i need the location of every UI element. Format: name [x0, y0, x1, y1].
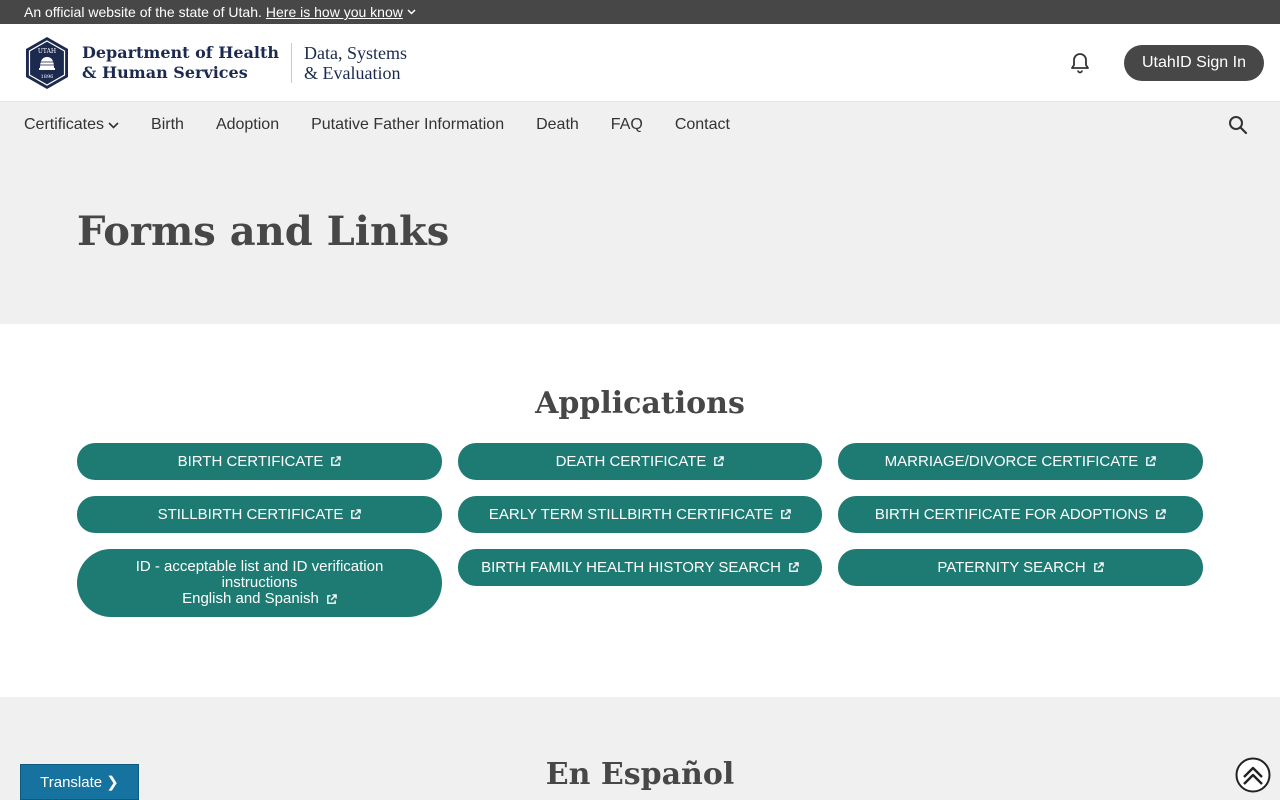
- site-header: UTAH 1896 Department of Health & Human S…: [0, 24, 1280, 102]
- button-label-line-1: ID - acceptable list and ID verification: [135, 558, 384, 575]
- button-label: BIRTH CERTIFICATE: [177, 453, 324, 470]
- how-you-know-link[interactable]: Here is how you know: [266, 4, 416, 20]
- button-label: EARLY TERM STILLBIRTH CERTIFICATE: [488, 506, 774, 523]
- division-line-2: & Evaluation: [304, 62, 401, 83]
- official-text: An official website of the state of Utah…: [24, 4, 262, 20]
- nav-contact[interactable]: Contact: [675, 116, 730, 134]
- external-link-icon: [1156, 509, 1166, 519]
- birth-family-health-history-search-button[interactable]: BIRTH FAMILY HEALTH HISTORY SEARCH: [458, 549, 822, 586]
- external-link-icon: [714, 456, 725, 466]
- chevron-down-icon: [108, 121, 119, 129]
- marriage-divorce-certificate-button[interactable]: MARRIAGE/DIVORCE CERTIFICATE: [838, 443, 1203, 480]
- seal-text-bottom: 1896: [41, 74, 54, 80]
- button-label-line-3: English and Spanish: [182, 590, 319, 607]
- agency-line-2: & Human Services: [82, 62, 248, 82]
- applications-grid: BIRTH CERTIFICATE DEATH CERTIFICATE MARR…: [77, 443, 1203, 617]
- applications-section: Applications BIRTH CERTIFICATE DEATH CER…: [0, 324, 1280, 697]
- utah-seal-logo[interactable]: UTAH 1896: [24, 36, 70, 90]
- nav-putative-father[interactable]: Putative Father Information: [311, 116, 504, 134]
- official-banner: An official website of the state of Utah…: [0, 0, 1280, 24]
- external-link-icon: [1093, 562, 1104, 572]
- search-icon[interactable]: [1226, 113, 1250, 137]
- translate-button[interactable]: Translate ❯: [20, 764, 139, 800]
- paternity-search-button[interactable]: PATERNITY SEARCH: [838, 549, 1203, 586]
- bell-icon[interactable]: [1068, 51, 1092, 75]
- espanol-section: En Español: [0, 697, 1280, 800]
- utahid-signin-button[interactable]: UtahID Sign In: [1123, 44, 1264, 81]
- button-label: PATERNITY SEARCH: [937, 559, 1086, 576]
- button-label: BIRTH FAMILY HEALTH HISTORY SEARCH: [481, 559, 781, 576]
- death-certificate-button[interactable]: DEATH CERTIFICATE: [458, 443, 822, 480]
- button-label: MARRIAGE/DIVORCE CERTIFICATE: [884, 453, 1139, 470]
- external-link-icon: [789, 562, 799, 572]
- button-label: DEATH CERTIFICATE: [555, 453, 707, 470]
- applications-heading: Applications: [535, 386, 745, 421]
- external-link-icon: [327, 593, 337, 604]
- page-hero: Forms and Links: [0, 148, 1280, 324]
- stillbirth-certificate-button[interactable]: STILLBIRTH CERTIFICATE: [77, 496, 442, 533]
- nav-adoption[interactable]: Adoption: [216, 116, 279, 134]
- nav-certificates-label: Certificates: [24, 116, 105, 133]
- back-to-top-icon[interactable]: [1235, 757, 1271, 793]
- external-link-icon: [781, 509, 791, 519]
- main-nav: Certificates Birth Adoption Putative Fat…: [0, 102, 1280, 148]
- birth-certificate-button[interactable]: BIRTH CERTIFICATE: [77, 443, 442, 480]
- external-link-icon: [351, 509, 362, 519]
- button-label-line-3-wrap: English and Spanish: [182, 591, 337, 607]
- seal-text-top: UTAH: [38, 48, 56, 55]
- agency-line-1: Department of Health: [82, 42, 280, 62]
- button-label-line-2: instructions: [221, 574, 298, 591]
- external-link-icon: [1146, 456, 1157, 466]
- button-label: BIRTH CERTIFICATE FOR ADOPTIONS: [874, 506, 1149, 523]
- nav-death[interactable]: Death: [536, 116, 579, 134]
- external-link-icon: [331, 456, 342, 466]
- birth-certificate-for-adoptions-button[interactable]: BIRTH CERTIFICATE FOR ADOPTIONS: [838, 496, 1203, 533]
- chevron-down-icon: [407, 9, 416, 15]
- agency-name[interactable]: Department of Health & Human Services: [82, 42, 293, 83]
- espanol-heading: En Español: [545, 757, 735, 792]
- id-verification-instructions-button[interactable]: ID - acceptable list and ID verification…: [77, 549, 442, 617]
- nav-birth[interactable]: Birth: [151, 116, 184, 134]
- early-term-stillbirth-certificate-button[interactable]: EARLY TERM STILLBIRTH CERTIFICATE: [458, 496, 822, 533]
- division-line-1: Data, Systems: [304, 42, 408, 63]
- nav-certificates[interactable]: Certificates: [24, 116, 119, 134]
- how-you-know-label: Here is how you know: [265, 4, 403, 20]
- page-title: Forms and Links: [77, 208, 450, 255]
- button-label: STILLBIRTH CERTIFICATE: [157, 506, 344, 523]
- division-name[interactable]: Data, Systems & Evaluation: [292, 43, 407, 83]
- nav-faq[interactable]: FAQ: [611, 116, 643, 134]
